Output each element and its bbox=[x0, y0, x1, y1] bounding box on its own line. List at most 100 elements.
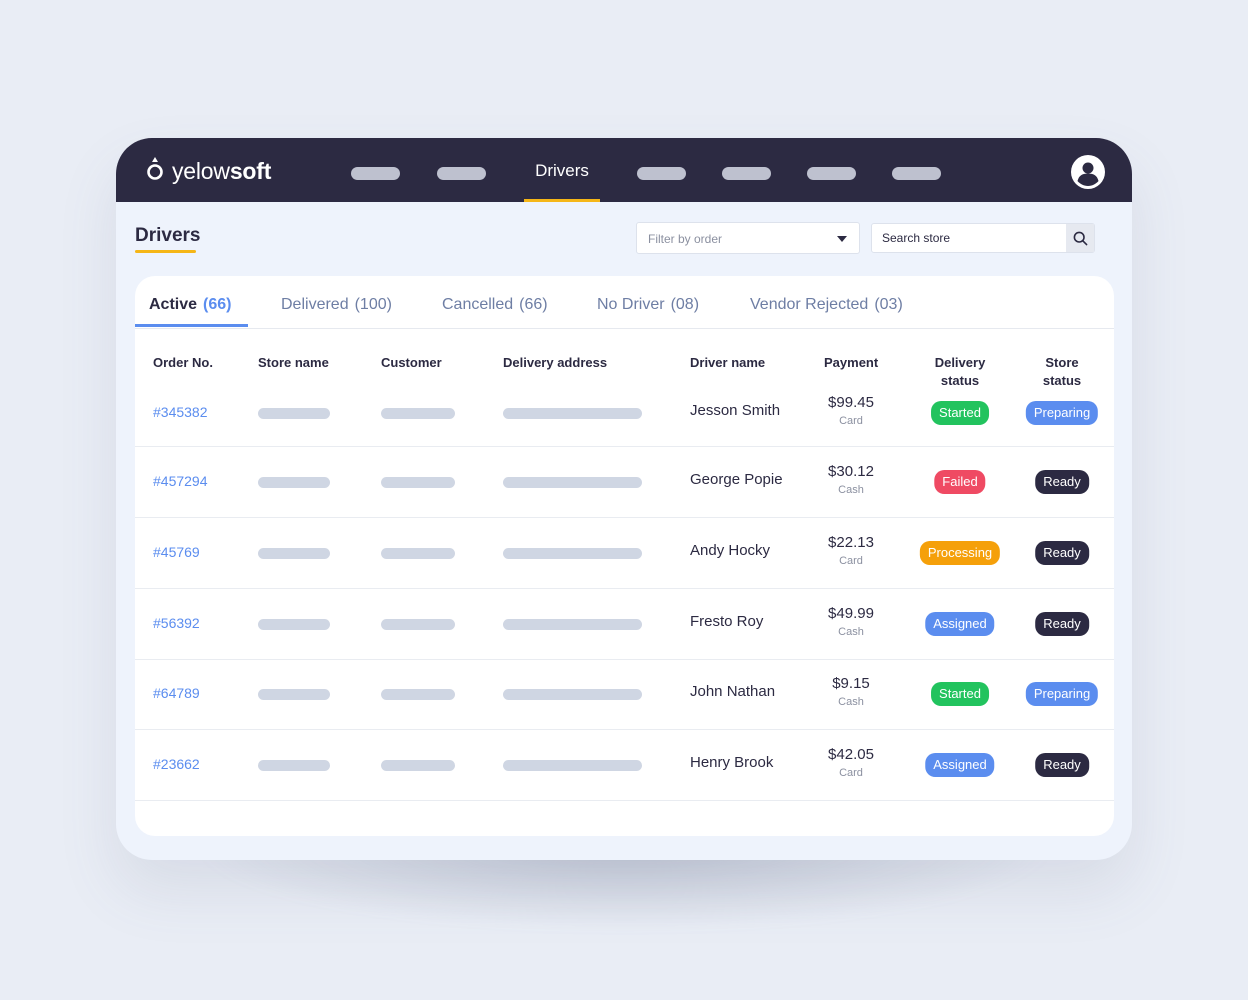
tab-active[interactable]: Active (66) bbox=[149, 296, 231, 314]
store-status-badge: Ready bbox=[1035, 541, 1089, 565]
table-row[interactable]: #23662 Henry Brook $42.05 Card Assigned … bbox=[135, 729, 1114, 801]
payment-amount: $49.99 bbox=[828, 605, 874, 622]
payment-method: Cash bbox=[838, 696, 864, 708]
payment-cell: $49.99 Cash bbox=[811, 605, 891, 638]
order-number-link[interactable]: #457294 bbox=[153, 473, 208, 489]
brand-logo[interactable]: yelowsoft bbox=[146, 156, 271, 187]
payment-method: Cash bbox=[838, 626, 864, 638]
driver-name: John Nathan bbox=[690, 683, 776, 700]
payment-method: Cash bbox=[838, 484, 864, 496]
drop-logo-icon bbox=[146, 156, 164, 187]
col-payment: Payment bbox=[824, 355, 879, 370]
delivery-status-badge: Assigned bbox=[925, 753, 995, 777]
payment-cell: $9.15 Cash bbox=[811, 675, 891, 708]
caret-down-icon bbox=[837, 236, 847, 242]
filter-label: Filter by order bbox=[648, 232, 723, 246]
driver-name: Henry Brook bbox=[690, 754, 774, 771]
driver-name: Andy Hocky bbox=[690, 542, 771, 559]
active-tab-indicator bbox=[135, 324, 248, 327]
order-number-link[interactable]: #45769 bbox=[153, 544, 200, 560]
delivery-status-badge: Assigned bbox=[925, 612, 995, 636]
page-title: Drivers bbox=[135, 225, 201, 246]
col-store-name: Store name bbox=[258, 355, 329, 370]
driver-name: Jesson Smith bbox=[690, 402, 781, 419]
nav-item-placeholder[interactable] bbox=[892, 167, 941, 180]
tab-no-driver[interactable]: No Driver (08) bbox=[597, 296, 699, 314]
store-status-badge: Ready bbox=[1035, 470, 1089, 494]
title-underline bbox=[135, 250, 196, 253]
col-delivery-address: Delivery address bbox=[503, 355, 608, 370]
search-store-box bbox=[871, 223, 1095, 253]
top-navbar: yelowsoft Drivers bbox=[116, 138, 1132, 202]
col-driver-name: Driver name bbox=[690, 355, 766, 370]
address-placeholder bbox=[503, 760, 642, 771]
store-status-badge: Ready bbox=[1035, 612, 1089, 636]
store-name-placeholder bbox=[258, 548, 330, 559]
nav-item-placeholder[interactable] bbox=[637, 167, 686, 180]
app-window: yelowsoft Drivers Drivers Filter by orde… bbox=[116, 138, 1132, 860]
col-order-no: Order No. bbox=[153, 355, 213, 370]
payment-cell: $42.05 Card bbox=[811, 746, 891, 779]
address-placeholder bbox=[503, 408, 642, 419]
nav-item-placeholder[interactable] bbox=[722, 167, 771, 180]
nav-item-placeholder[interactable] bbox=[807, 167, 856, 180]
brand-name: yelowsoft bbox=[172, 158, 272, 184]
table-row[interactable]: #64789 John Nathan $9.15 Cash Started Pr… bbox=[135, 658, 1114, 730]
payment-amount: $9.15 bbox=[832, 675, 870, 692]
address-placeholder bbox=[503, 548, 642, 559]
payment-method: Card bbox=[839, 555, 863, 567]
table-row[interactable]: #457294 George Popie $30.12 Cash Failed … bbox=[135, 446, 1114, 518]
store-name-placeholder bbox=[258, 619, 330, 630]
search-icon bbox=[1073, 231, 1087, 245]
customer-placeholder bbox=[381, 760, 455, 771]
payment-method: Card bbox=[839, 415, 863, 427]
customer-placeholder bbox=[381, 689, 455, 700]
filter-by-order-select[interactable]: Filter by order bbox=[636, 222, 860, 254]
order-number-link[interactable]: #345382 bbox=[153, 404, 208, 420]
address-placeholder bbox=[503, 619, 642, 630]
store-name-placeholder bbox=[258, 689, 330, 700]
payment-method: Card bbox=[839, 767, 863, 779]
payment-amount: $99.45 bbox=[828, 394, 874, 411]
store-name-placeholder bbox=[258, 408, 330, 419]
payment-cell: $99.45 Card bbox=[811, 394, 891, 427]
customer-placeholder bbox=[381, 408, 455, 419]
order-number-link[interactable]: #64789 bbox=[153, 685, 200, 701]
payment-amount: $22.13 bbox=[828, 534, 874, 551]
payment-cell: $22.13 Card bbox=[811, 534, 891, 567]
store-name-placeholder bbox=[258, 477, 330, 488]
driver-name: Fresto Roy bbox=[690, 613, 764, 630]
order-number-link[interactable]: #23662 bbox=[153, 756, 200, 772]
order-number-link[interactable]: #56392 bbox=[153, 615, 200, 631]
store-status-badge: Preparing bbox=[1025, 401, 1099, 425]
search-button[interactable] bbox=[1066, 224, 1094, 252]
nav-item-placeholder[interactable] bbox=[351, 167, 400, 180]
store-status-badge: Preparing bbox=[1025, 682, 1099, 706]
table-row[interactable]: #56392 Fresto Roy $49.99 Cash Assigned R… bbox=[135, 588, 1114, 660]
address-placeholder bbox=[503, 689, 642, 700]
nav-item-placeholder[interactable] bbox=[437, 167, 486, 180]
delivery-status-badge: Started bbox=[931, 401, 989, 425]
tab-delivered[interactable]: Delivered (100) bbox=[281, 296, 392, 314]
payment-cell: $30.12 Cash bbox=[811, 463, 891, 496]
search-store-input[interactable] bbox=[872, 224, 1066, 252]
table-row[interactable]: #45769 Andy Hocky $22.13 Card Processing… bbox=[135, 517, 1114, 589]
tab-cancelled[interactable]: Cancelled (66) bbox=[442, 296, 548, 314]
user-avatar-icon[interactable] bbox=[1071, 155, 1105, 189]
payment-amount: $30.12 bbox=[828, 463, 874, 480]
payment-amount: $42.05 bbox=[828, 746, 874, 763]
table-row[interactable]: #345382 Jesson Smith $99.45 Card Started… bbox=[135, 375, 1114, 447]
store-name-placeholder bbox=[258, 760, 330, 771]
col-customer: Customer bbox=[381, 355, 442, 370]
customer-placeholder bbox=[381, 477, 455, 488]
delivery-status-badge: Failed bbox=[934, 470, 986, 494]
customer-placeholder bbox=[381, 619, 455, 630]
orders-card: Active (66) Delivered (100) Cancelled (66) … bbox=[135, 276, 1114, 836]
address-placeholder bbox=[503, 477, 642, 488]
customer-placeholder bbox=[381, 548, 455, 559]
delivery-status-badge: Started bbox=[931, 682, 989, 706]
status-tabs: Active (66) Delivered (100) Cancelled (66) … bbox=[135, 276, 1114, 329]
tab-vendor-rejected[interactable]: Vendor Rejected (03) bbox=[750, 296, 903, 314]
nav-item-drivers[interactable]: Drivers bbox=[524, 138, 600, 202]
store-status-badge: Ready bbox=[1035, 753, 1089, 777]
